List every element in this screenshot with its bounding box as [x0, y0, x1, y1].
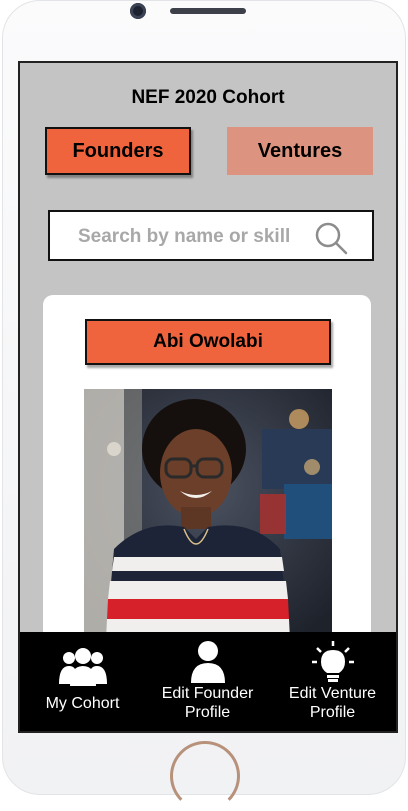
- person-icon: [190, 641, 225, 683]
- home-button[interactable]: [170, 741, 240, 811]
- founder-name-button[interactable]: Abi Owolabi: [85, 319, 331, 365]
- nav-my-cohort[interactable]: My Cohort: [20, 632, 145, 731]
- group-icon: [58, 648, 107, 686]
- nav-edit-venture-profile[interactable]: Edit Venture Profile: [270, 632, 395, 731]
- tab-ventures[interactable]: Ventures: [227, 127, 373, 175]
- earpiece-speaker: [170, 8, 246, 14]
- phone-frame: NEF 2020 Cohort Founders Ventures Search…: [2, 0, 406, 811]
- tab-founders[interactable]: Founders: [45, 127, 191, 175]
- search-input[interactable]: Search by name or skill: [48, 210, 374, 261]
- front-camera: [130, 3, 146, 19]
- lightbulb-icon: [311, 641, 354, 682]
- nav-my-cohort-label: My Cohort: [45, 695, 120, 712]
- founder-photo: [84, 389, 332, 639]
- nav-edit-founder-label-line2: Profile: [184, 704, 231, 721]
- bottom-navbar: My Cohort Edit Founder Profile Edit Vent…: [20, 632, 396, 731]
- search-icon[interactable]: [314, 221, 348, 255]
- app-screen: NEF 2020 Cohort Founders Ventures Search…: [18, 61, 398, 733]
- search-placeholder: Search by name or skill: [78, 226, 291, 247]
- nav-edit-founder-profile[interactable]: Edit Founder Profile: [145, 632, 270, 731]
- page-title: NEF 2020 Cohort: [131, 87, 285, 108]
- nav-edit-venture-label-line1: Edit Venture: [288, 685, 377, 702]
- nav-edit-founder-label-line1: Edit Founder: [161, 685, 254, 702]
- nav-edit-venture-label-line2: Profile: [309, 704, 356, 721]
